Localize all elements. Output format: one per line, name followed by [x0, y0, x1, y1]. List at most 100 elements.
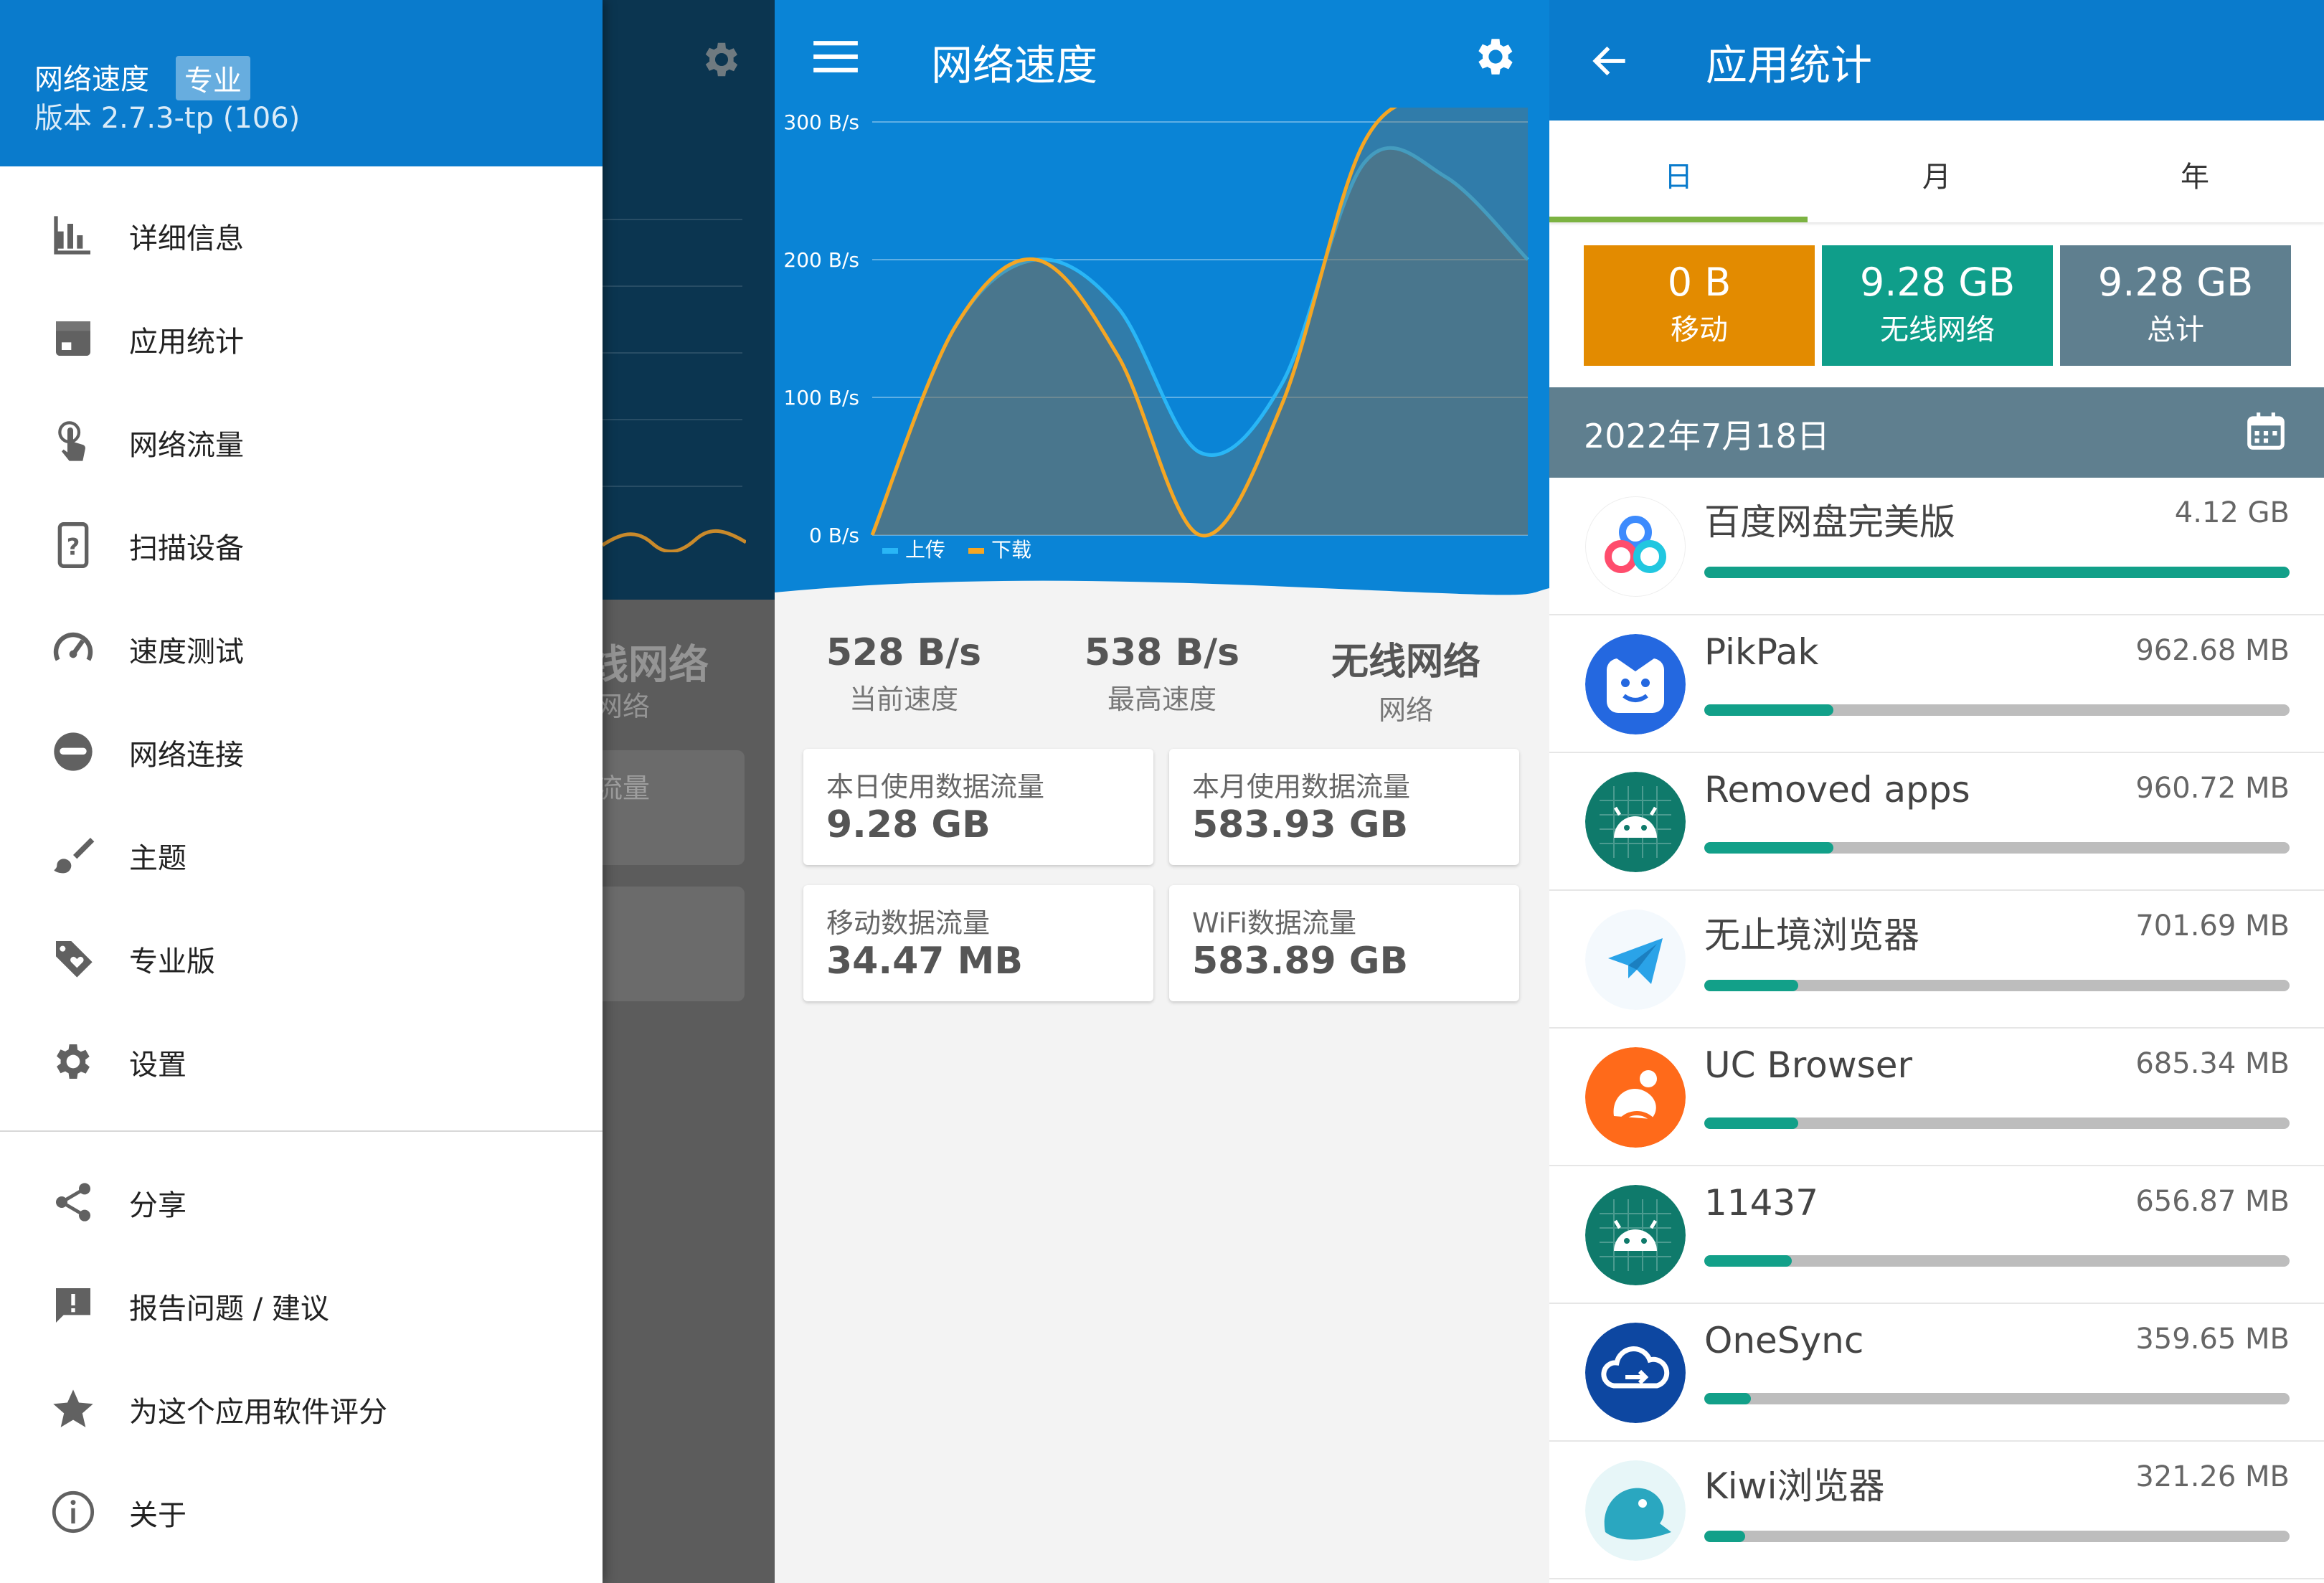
period-tabs: 日 月 年 — [1549, 121, 2324, 222]
stat-value: 538 B/s — [1084, 631, 1240, 674]
stat-label: 网络 — [1378, 694, 1433, 726]
android-icon — [1585, 1185, 1686, 1285]
list-item[interactable]: 百度网盘完美版 4.12 GB — [1549, 478, 2324, 615]
list-item[interactable]: UC Browser 685.34 MB — [1549, 1029, 2324, 1166]
menu-item-details[interactable]: 详细信息 — [0, 194, 603, 273]
summary-wifi[interactable]: 9.28 GB 无线网络 — [1822, 245, 2053, 366]
list-item[interactable]: 11437 656.87 MB — [1549, 1166, 2324, 1304]
summary-mobile[interactable]: 0 B 移动 — [1584, 245, 1815, 366]
usage-bar — [1704, 1117, 2290, 1129]
settings-gear-icon[interactable] — [1472, 33, 1519, 80]
card-label: 本日使用数据流量 — [826, 771, 1045, 803]
menu-item-speed-test[interactable]: 速度测试 — [0, 607, 603, 686]
tab-day[interactable]: 日 — [1549, 121, 1808, 222]
paper-plane-icon — [1585, 909, 1686, 1010]
list-item[interactable]: Kiwi浏览器 321.26 MB — [1549, 1442, 2324, 1579]
bar-chart-icon — [54, 216, 90, 255]
menu-item-scan-devices[interactable]: ? 扫描设备 — [0, 504, 603, 582]
card-label: 移动数据流量 — [826, 907, 991, 939]
background-network-name: 线网络 — [588, 642, 709, 689]
app-stats-icon — [56, 321, 90, 356]
card-label: 本月使用数据流量 — [1192, 771, 1411, 803]
card-month-usage[interactable]: 本月使用数据流量 583.93 GB — [1169, 749, 1519, 865]
app-name: 11437 — [1704, 1182, 1819, 1224]
menu-item-label: 网络流量 — [129, 429, 244, 462]
gear-icon — [57, 1044, 90, 1079]
list-item[interactable]: Removed apps 960.72 MB — [1549, 753, 2324, 891]
list-item[interactable]: 无止境浏览器 701.69 MB — [1549, 891, 2324, 1029]
legend-label: 上传 — [905, 538, 945, 562]
y-tick-label: 300 B/s — [783, 110, 859, 134]
pro-badge: 专业 — [176, 56, 250, 100]
summary-label: 无线网络 — [1880, 313, 1995, 346]
app-stats-screen: 应用统计 日 月 年 0 B 移动 9.28 GB 无线网络 9.28 GB 总… — [1549, 0, 2324, 1583]
brush-icon — [54, 838, 95, 874]
drawer-header: 网络速度 专业 版本 2.7.3-tp (106) — [0, 0, 603, 166]
usage-bar-fill — [1704, 567, 2290, 578]
menu-item-pro[interactable]: 专业版 — [0, 917, 603, 996]
legend-swatch — [882, 548, 898, 554]
drawer-screen: 线网络 网络 流量 网络速度 专业 版本 2.7.3-tp (106) 详细信息… — [0, 0, 775, 1583]
background-network-sub: 网络 — [595, 691, 651, 722]
drawer-app-name: 网络速度 — [34, 63, 149, 96]
app-size: 701.69 MB — [2135, 909, 2290, 942]
speedometer-icon — [53, 632, 93, 661]
cloud-sync-icon — [1585, 1323, 1686, 1423]
feedback-icon — [56, 1288, 90, 1323]
stat-current-speed: 528 B/s 当前速度 — [782, 631, 1026, 717]
stat-label: 当前速度 — [849, 684, 958, 715]
menu-item-share[interactable]: 分享 — [0, 1161, 603, 1239]
star-icon — [53, 1389, 93, 1427]
menu-item-label: 网络连接 — [129, 739, 244, 772]
y-tick-label: 0 B/s — [809, 524, 859, 547]
usage-bar — [1704, 1393, 2290, 1404]
app-name: PikPak — [1704, 631, 1819, 673]
date-text: 2022年7月18日 — [1584, 417, 1830, 455]
stat-max-speed: 538 B/s 最高速度 — [1040, 631, 1284, 717]
card-value: 9.28 GB — [826, 803, 991, 846]
hamburger-menu-icon[interactable] — [813, 37, 858, 76]
calendar-icon[interactable] — [2244, 409, 2288, 453]
list-item[interactable]: OneSync 359.65 MB — [1549, 1304, 2324, 1442]
app-size: 4.12 GB — [2174, 496, 2290, 529]
usage-bar — [1704, 1531, 2290, 1542]
card-wifi-usage[interactable]: WiFi数据流量 583.89 GB — [1169, 885, 1519, 1001]
menu-item-rate[interactable]: 为这个应用软件评分 — [0, 1367, 603, 1446]
summary-value: 9.28 GB — [2097, 260, 2254, 305]
menu-item-connections[interactable]: 网络连接 — [0, 710, 603, 789]
tab-year[interactable]: 年 — [2066, 121, 2324, 222]
summary-value: 0 B — [1667, 260, 1732, 305]
menu-item-label: 详细信息 — [129, 222, 244, 255]
summary-total[interactable]: 9.28 GB 总计 — [2060, 245, 2291, 366]
tab-month[interactable]: 月 — [1808, 121, 2066, 222]
kiwi-bird-icon — [1585, 1460, 1686, 1561]
menu-item-app-stats[interactable]: 应用统计 — [0, 297, 603, 376]
card-today-usage[interactable]: 本日使用数据流量 9.28 GB — [803, 749, 1153, 865]
drawer-version: 版本 2.7.3-tp (106) — [34, 102, 301, 135]
menu-item-theme[interactable]: 主题 — [0, 813, 603, 892]
usage-bar — [1704, 1255, 2290, 1267]
app-name: OneSync — [1704, 1320, 1864, 1361]
menu-item-settings[interactable]: 设置 — [0, 1020, 603, 1099]
menu-item-label: 设置 — [129, 1049, 186, 1082]
stat-value: 528 B/s — [826, 631, 982, 674]
legend-swatch — [968, 548, 984, 554]
menu-item-about[interactable]: 关于 — [0, 1470, 603, 1549]
usage-bar-fill — [1704, 1531, 1746, 1542]
touch-icon — [58, 421, 85, 461]
app-name: 百度网盘完美版 — [1704, 501, 1955, 543]
menu-item-label: 速度测试 — [129, 635, 244, 668]
list-item[interactable]: PikPak 962.68 MB — [1549, 615, 2324, 753]
menu-item-label: 关于 — [129, 1499, 186, 1532]
menu-item-label: 分享 — [129, 1189, 186, 1222]
speed-header: 网络速度 0 B/s 100 B/s 200 B/s 300 B/s 上传 下载 — [775, 0, 1549, 603]
menu-item-feedback[interactable]: 报告问题 / 建议 — [0, 1264, 603, 1343]
back-arrow-icon[interactable] — [1588, 39, 1633, 83]
baidu-netdisk-icon — [1585, 496, 1686, 597]
card-mobile-usage[interactable]: 移动数据流量 34.47 MB — [803, 885, 1153, 1001]
app-name: 无止境浏览器 — [1704, 915, 1919, 956]
svg-text:?: ? — [67, 533, 80, 560]
app-size: 960.72 MB — [2135, 772, 2290, 805]
y-tick-label: 200 B/s — [783, 248, 859, 272]
menu-item-traffic[interactable]: 网络流量 — [0, 400, 603, 479]
